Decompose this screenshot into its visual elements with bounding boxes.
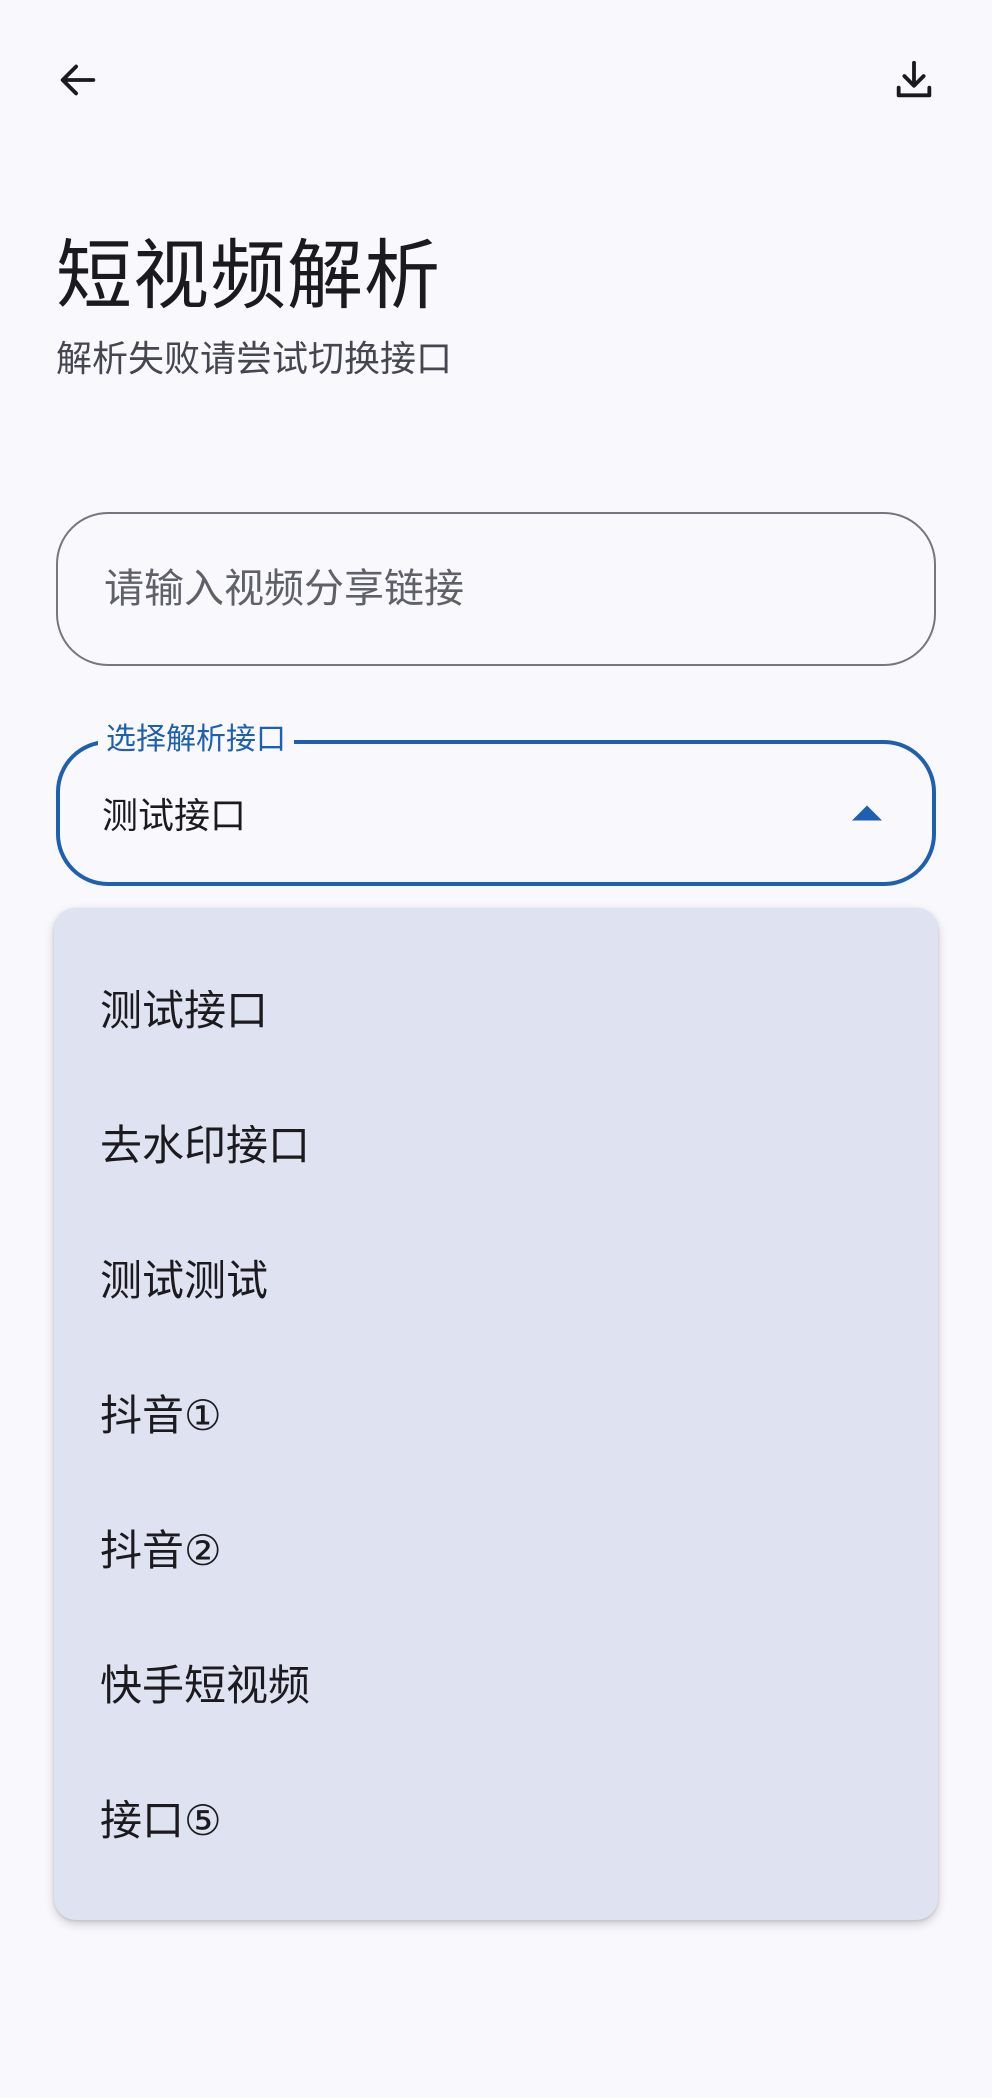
share-link-input[interactable] [58,514,934,664]
menu-item-test-test[interactable]: 测试测试 [54,1210,938,1345]
interface-dropdown-menu: 测试接口 去水印接口 测试测试 抖音① 抖音② 快手短视频 接口⑤ [54,908,938,1920]
page-title: 短视频解析 [56,231,441,320]
menu-item-test-interface[interactable]: 测试接口 [54,940,938,1075]
screen: 短视频解析 解析失败请尝试切换接口 选择解析接口 测试接口 测试接口 去水印接口… [0,0,992,2098]
download-button[interactable] [874,40,954,120]
caret-up-icon [852,805,882,821]
interface-select[interactable]: 选择解析接口 测试接口 [56,718,936,886]
page-subtitle: 解析失败请尝试切换接口 [56,339,453,380]
interface-select-value: 测试接口 [102,796,247,837]
download-icon [896,60,932,98]
back-button[interactable] [38,40,118,120]
menu-item-watermark-removal[interactable]: 去水印接口 [54,1075,938,1210]
menu-item-douyin-1[interactable]: 抖音① [54,1345,938,1480]
menu-item-kuaishou[interactable]: 快手短视频 [54,1615,938,1750]
url-input-container [56,512,936,666]
interface-select-label: 选择解析接口 [98,718,294,762]
menu-item-interface-5[interactable]: 接口⑤ [54,1750,938,1885]
arrow-left-icon [60,64,96,96]
menu-item-douyin-2[interactable]: 抖音② [54,1480,938,1615]
